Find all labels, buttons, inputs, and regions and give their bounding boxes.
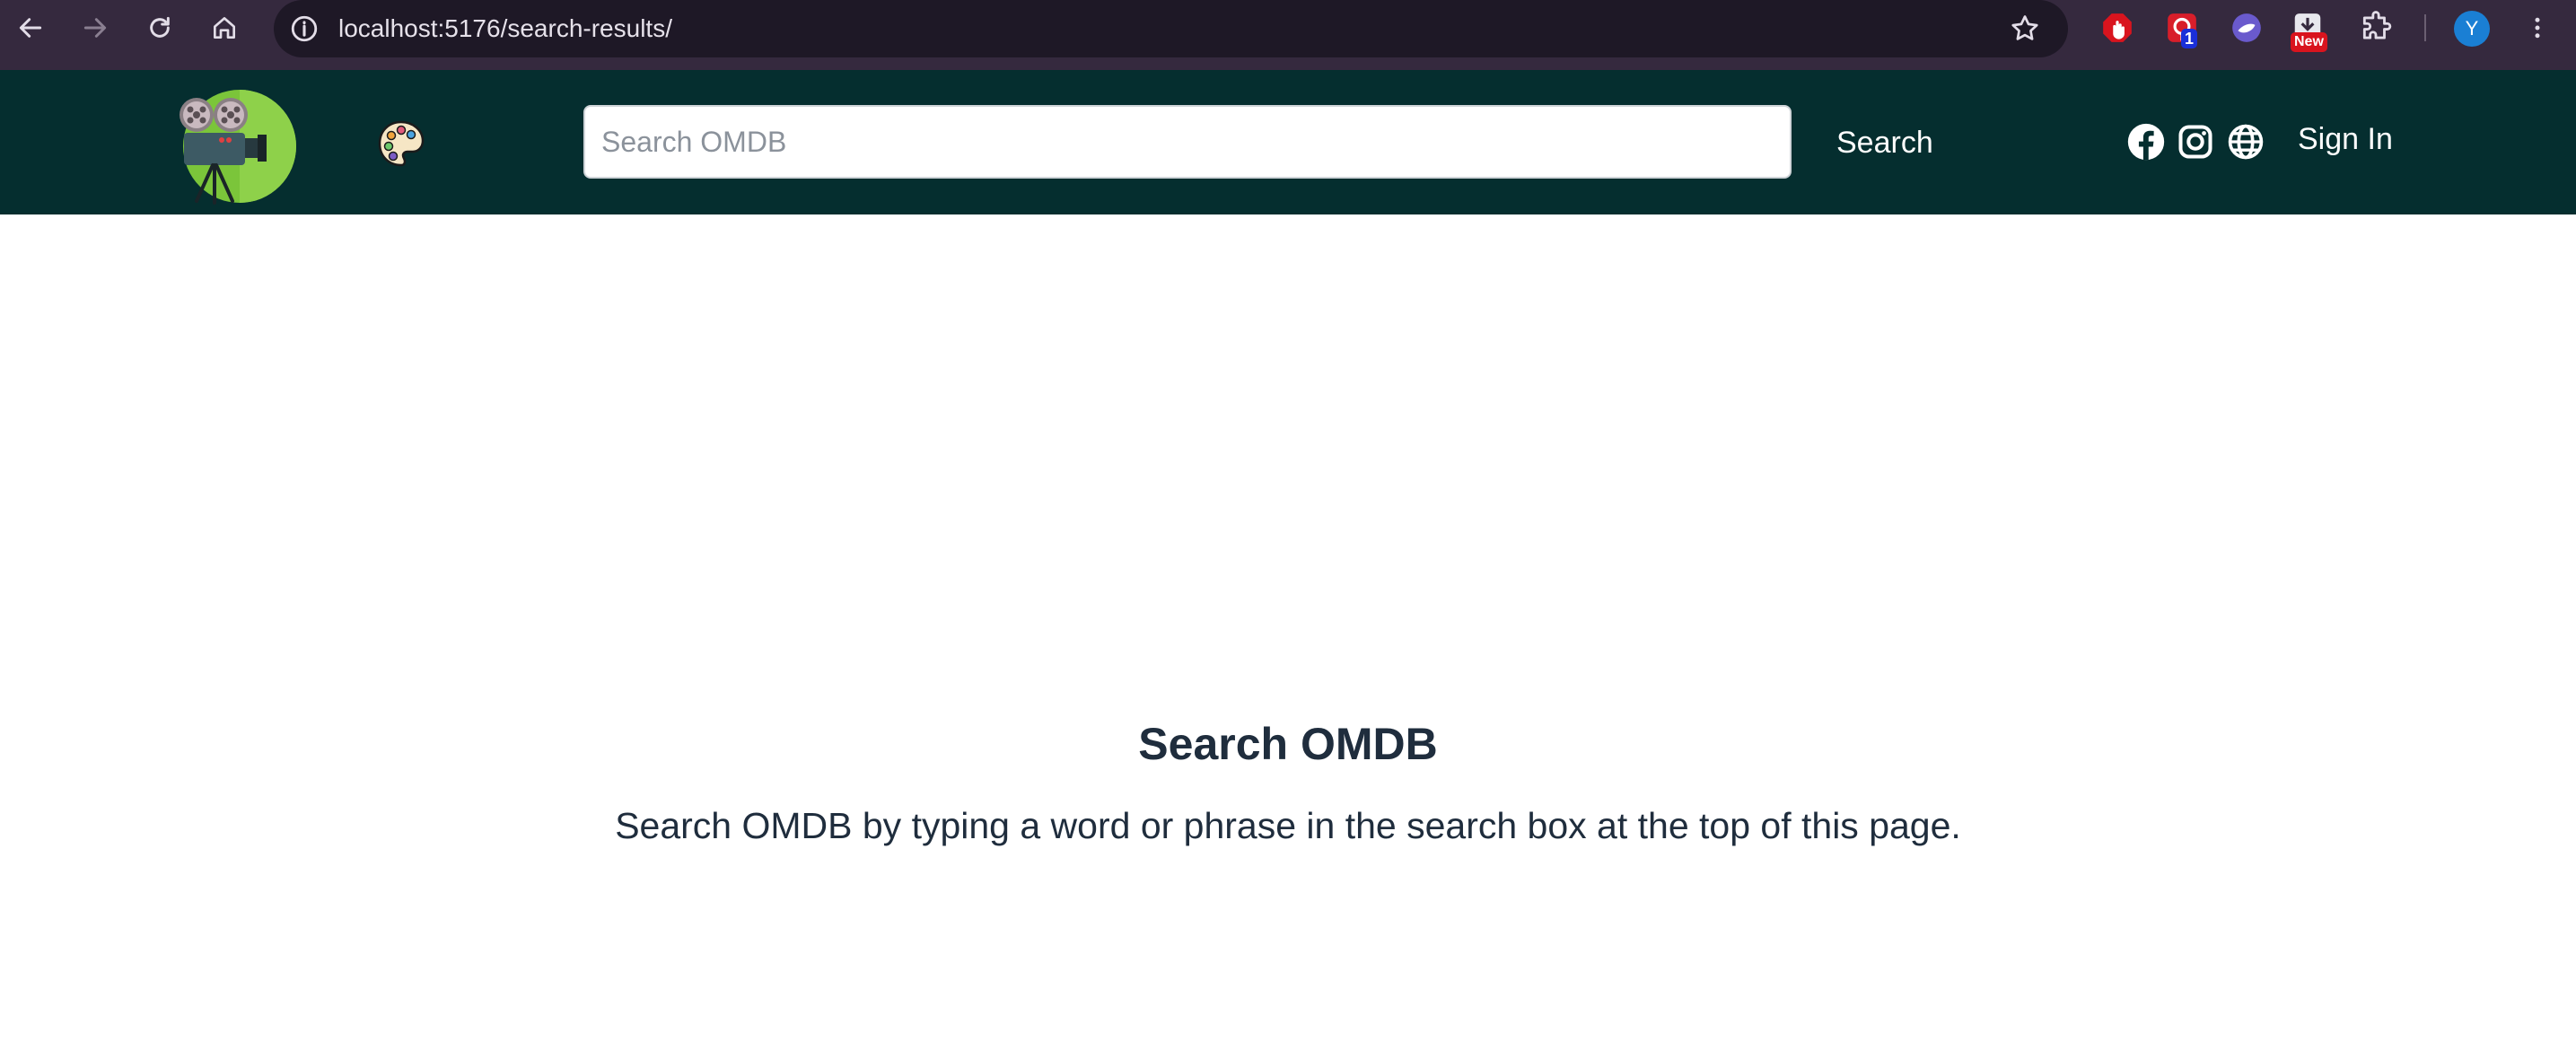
facebook-icon[interactable]	[2126, 122, 2166, 162]
extension-badge: 1	[2181, 29, 2198, 48]
home-icon[interactable]	[206, 10, 242, 46]
forward-icon[interactable]	[77, 10, 113, 46]
bookmark-star-icon[interactable]	[2009, 13, 2041, 45]
back-icon[interactable]	[13, 10, 48, 46]
url-text[interactable]: localhost:5176/search-results/	[338, 14, 672, 43]
film-camera-logo-icon[interactable]	[177, 88, 298, 205]
profile-avatar[interactable]: Y	[2454, 11, 2490, 47]
page-title: Search OMDB	[1138, 719, 1438, 769]
globe-icon[interactable]	[2226, 122, 2265, 162]
sphere-extension-icon[interactable]	[2230, 11, 2264, 45]
toolbar-separator	[2424, 14, 2426, 41]
adblock-extension-icon[interactable]	[2100, 11, 2134, 45]
sign-in-link[interactable]: Sign In	[2298, 122, 2393, 157]
page-description: Search OMDB by typing a word or phrase i…	[615, 805, 1961, 846]
extension-badge: New	[2291, 32, 2327, 52]
site-info-icon[interactable]	[289, 13, 320, 44]
more-menu-icon[interactable]	[2524, 11, 2551, 45]
address-bar[interactable]: localhost:5176/search-results/	[274, 0, 2068, 57]
browser-toolbar: localhost:5176/search-results/ 1 New Y	[0, 0, 2576, 70]
search-input[interactable]	[583, 105, 1792, 179]
instagram-icon[interactable]	[2176, 122, 2215, 162]
reload-icon[interactable]	[142, 10, 178, 46]
pinner-extension[interactable]: 1	[2165, 11, 2210, 56]
search-button[interactable]: Search	[1817, 118, 1953, 167]
extensions-puzzle-icon[interactable]	[2359, 11, 2393, 45]
palette-icon[interactable]	[376, 118, 426, 169]
site-header: Search Sign In	[0, 70, 2576, 214]
new-extension[interactable]: New	[2291, 11, 2334, 56]
